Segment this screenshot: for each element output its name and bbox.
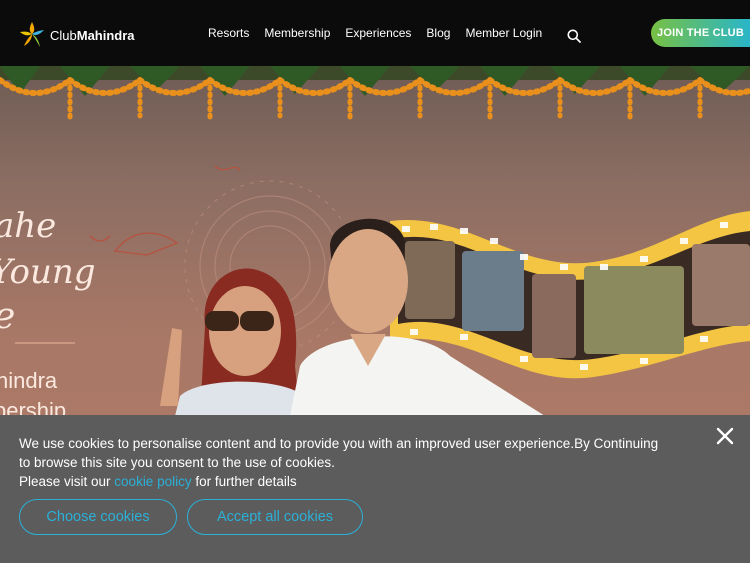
hero-line-1: ahe [0, 206, 57, 246]
nav-member-login[interactable]: Member Login [465, 26, 542, 40]
nav-blog[interactable]: Blog [426, 26, 450, 40]
logo-text-mahindra: Mahindra [76, 27, 135, 43]
close-icon[interactable] [714, 425, 736, 447]
club-mahindra-logo[interactable]: ClubMahindra [18, 20, 135, 50]
hero-line-2: Young [0, 252, 96, 292]
cookie-message: We use cookies to personalise content an… [19, 434, 669, 491]
nav-experiences[interactable]: Experiences [345, 26, 411, 40]
hero-line-4: hindra [0, 368, 58, 393]
woman-figure [160, 268, 310, 416]
site-header: ClubMahindra Resorts Membership Experien… [0, 0, 750, 66]
cookie-message-details: for further details [191, 474, 297, 489]
logo-text-club: Club [50, 27, 77, 43]
cookie-policy-link[interactable]: cookie policy [114, 474, 191, 489]
main-nav: Resorts Membership Experiences Blog Memb… [208, 26, 557, 40]
clubmahindra-logo-icon [20, 22, 44, 47]
cookie-message-visit: Please visit our [19, 474, 115, 489]
accept-all-cookies-button[interactable]: Accept all cookies [187, 499, 363, 535]
hero-line-3: e [0, 296, 15, 337]
choose-cookies-button[interactable]: Choose cookies [19, 499, 177, 535]
cookie-banner: We use cookies to personalise content an… [0, 415, 750, 563]
search-icon[interactable] [567, 29, 581, 48]
cookie-message-main: We use cookies to personalise content an… [19, 436, 659, 470]
nav-resorts[interactable]: Resorts [208, 26, 249, 40]
join-the-club-button[interactable]: JOIN THE CLUB [651, 19, 750, 47]
nav-membership[interactable]: Membership [264, 26, 330, 40]
